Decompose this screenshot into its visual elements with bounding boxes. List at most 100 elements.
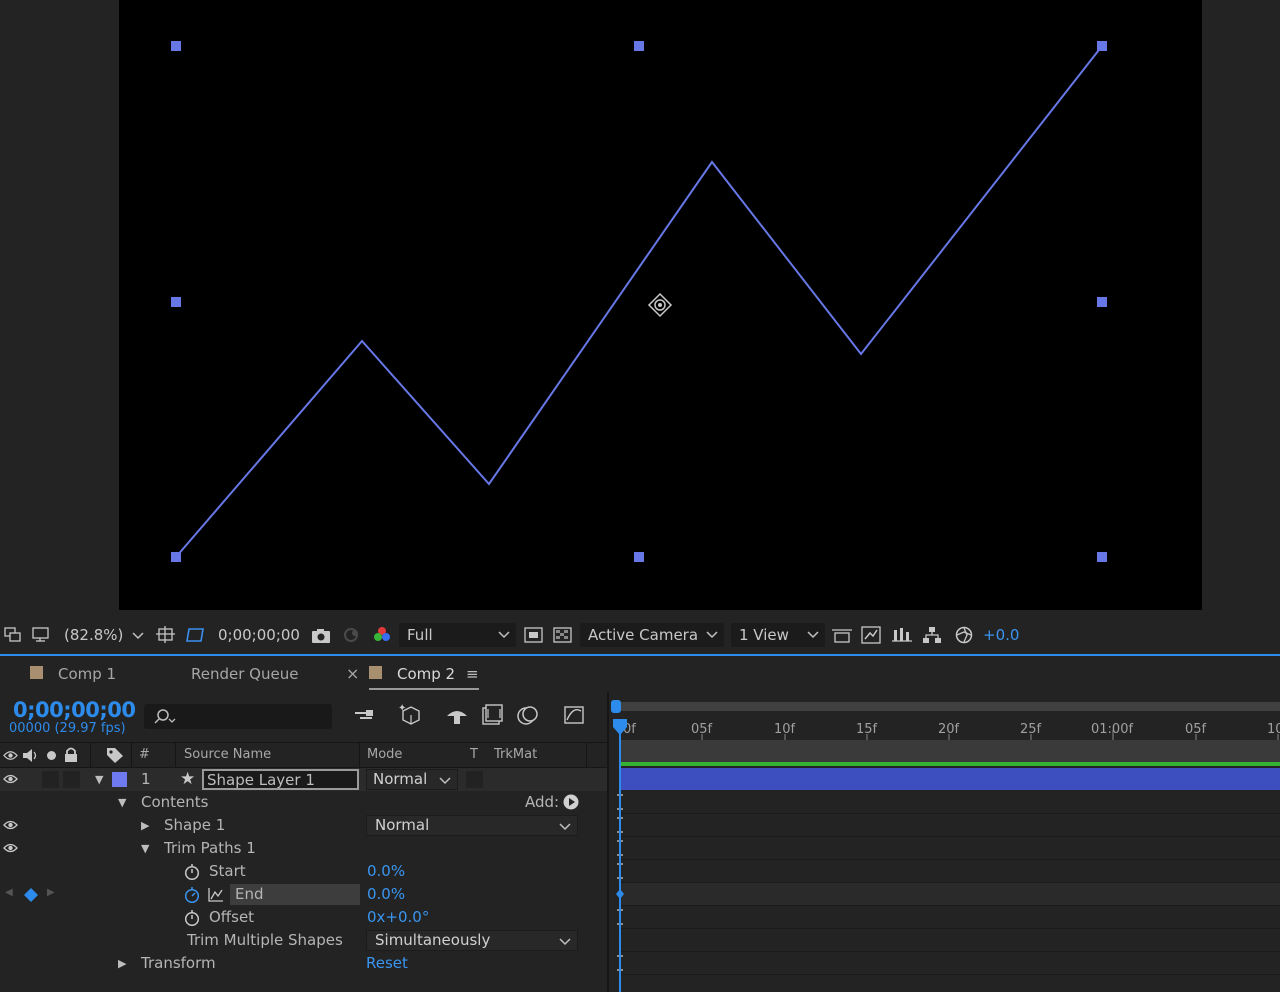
work-area-track[interactable] (619, 740, 1280, 763)
solo-icon[interactable] (46, 750, 57, 761)
end-property-row[interactable]: ◀ ▶ End 0.0% (0, 883, 607, 906)
bounding-handle-bm[interactable] (634, 552, 644, 562)
chevron-down-icon[interactable] (132, 630, 144, 643)
bounding-handle-br[interactable] (1097, 552, 1107, 562)
trim-multiple-shapes-row[interactable]: Trim Multiple Shapes Simultaneously (0, 929, 607, 952)
start-property-row[interactable]: Start 0.0% (0, 860, 607, 883)
toggle-pixel-aspect-icon[interactable] (831, 618, 853, 652)
solo-toggle[interactable] (42, 771, 59, 788)
timeline-icon[interactable] (892, 618, 914, 652)
graph-editor-icon[interactable] (563, 703, 587, 727)
snapshot-camera-icon[interactable] (311, 618, 331, 652)
previous-keyframe-icon[interactable]: ◀ (5, 887, 13, 898)
bounding-handle-mr[interactable] (1097, 297, 1107, 307)
zigzag-path[interactable] (175, 45, 1103, 558)
column-divider (131, 743, 132, 769)
lock-toggle[interactable] (63, 771, 80, 788)
close-icon[interactable]: × (346, 656, 359, 692)
monitor-icon[interactable] (32, 618, 50, 652)
mask-visibility-icon[interactable] (186, 618, 206, 652)
reset-exposure-icon[interactable] (955, 618, 975, 652)
view-layout-dropdown[interactable]: 1 View (731, 623, 825, 647)
contents-group-row[interactable]: ▼ Contents Add: (0, 791, 607, 814)
lock-icon[interactable] (64, 747, 78, 763)
fast-preview-icon[interactable] (861, 618, 883, 652)
expand-triangle-icon[interactable]: ▼ (95, 773, 103, 786)
current-time-field[interactable]: 0;00;00;00 (218, 618, 300, 652)
eye-icon[interactable] (3, 819, 18, 831)
bounding-handle-tr[interactable] (1097, 41, 1107, 51)
show-snapshot-icon[interactable] (342, 618, 362, 652)
shape-blend-mode-dropdown[interactable]: Normal (366, 815, 578, 836)
current-time-display[interactable]: 0;00;00;00 (13, 698, 136, 722)
trim-multiple-shapes-value: Simultaneously (375, 931, 491, 949)
add-play-icon[interactable] (563, 794, 579, 810)
end-value[interactable]: 0.0% (367, 885, 405, 903)
tab-render-queue[interactable]: Render Queue (191, 656, 298, 692)
column-source-name[interactable]: Source Name (184, 747, 271, 762)
label-tag-icon[interactable] (106, 747, 124, 763)
trim-paths-row[interactable]: ▼ Trim Paths 1 (0, 837, 607, 860)
panel-menu-icon[interactable]: ≡ (466, 656, 479, 692)
zoom-level-dropdown[interactable]: (82.8%) (64, 618, 123, 652)
exposure-value[interactable]: +0.0 (983, 618, 1019, 652)
shape-layer-path[interactable] (119, 0, 1202, 610)
transform-reset-link[interactable]: Reset (366, 954, 408, 972)
stopwatch-active-icon[interactable] (184, 886, 200, 903)
expand-triangle-icon[interactable]: ▼ (118, 796, 126, 809)
region-of-interest-icon[interactable] (524, 618, 544, 652)
graph-toggle-icon[interactable] (208, 887, 224, 902)
shy-layers-icon[interactable] (445, 704, 471, 726)
time-ruler[interactable]: 0f 05f 10f 15f 20f 25f 01:00f 05f 10 (609, 700, 1280, 740)
layer-search-input[interactable] (144, 704, 332, 729)
offset-property-row[interactable]: Offset 0x+0.0° (0, 906, 607, 929)
tab-comp-1[interactable]: Comp 1 (58, 656, 116, 692)
tab-comp-2[interactable]: Comp 2 (397, 656, 455, 692)
eye-icon[interactable] (3, 842, 18, 854)
resolution-dropdown[interactable]: Full (399, 623, 516, 647)
frame-blending-icon[interactable] (481, 704, 505, 726)
layer-name-field[interactable]: Shape Layer 1 (202, 769, 359, 790)
always-preview-icon[interactable] (4, 618, 22, 652)
anchor-point-icon[interactable] (647, 292, 673, 318)
expand-triangle-icon[interactable]: ▼ (141, 842, 149, 855)
work-area-bar[interactable] (619, 762, 1280, 766)
camera-view-dropdown[interactable]: Active Camera (580, 623, 724, 647)
stopwatch-icon[interactable] (184, 863, 200, 880)
trim-multiple-shapes-dropdown[interactable]: Simultaneously (366, 930, 578, 951)
collapse-triangle-icon[interactable]: ▶ (118, 957, 126, 970)
next-keyframe-icon[interactable]: ▶ (47, 887, 55, 898)
playhead-line[interactable] (619, 720, 621, 992)
composition-canvas[interactable] (119, 0, 1202, 610)
eye-icon[interactable] (3, 750, 18, 761)
bounding-handle-tm[interactable] (634, 41, 644, 51)
bounding-handle-tl[interactable] (171, 41, 181, 51)
shape-group-row[interactable]: ▶ Shape 1 Normal (0, 814, 607, 837)
layer-duration-bar[interactable] (619, 768, 1280, 790)
motion-blur-icon[interactable] (516, 704, 540, 726)
keyframe-diamond-icon[interactable] (24, 888, 38, 902)
bounding-handle-bl[interactable] (171, 552, 181, 562)
composition-mini-flowchart-icon[interactable] (352, 705, 378, 727)
stopwatch-icon[interactable] (184, 909, 200, 926)
collapse-triangle-icon[interactable]: ▶ (141, 819, 149, 832)
transform-group-row[interactable]: ▶ Transform Reset (0, 952, 607, 975)
playhead-handle-icon[interactable] (612, 718, 628, 736)
draft-3d-icon[interactable]: ✦ (397, 702, 423, 726)
rgb-channels-icon[interactable] (372, 618, 392, 652)
offset-value[interactable]: 0x+0.0° (367, 908, 429, 926)
layer-mode-dropdown[interactable]: Normal (366, 769, 458, 790)
timeline-graph-area[interactable]: 0f 05f 10f 15f 20f 25f 01:00f 05f 10 (607, 692, 1280, 992)
audio-speaker-icon[interactable] (22, 748, 40, 763)
eye-icon[interactable] (3, 773, 18, 785)
transparency-grid-icon[interactable] (553, 618, 573, 652)
safe-margins-icon[interactable] (156, 618, 176, 652)
flowchart-icon[interactable] (922, 618, 944, 652)
add-menu-label[interactable]: Add: (525, 793, 559, 811)
preserve-transparency-toggle[interactable] (466, 771, 483, 788)
layer-row[interactable]: ▼ 1 ★ Shape Layer 1 Normal (0, 768, 607, 791)
start-value[interactable]: 0.0% (367, 862, 405, 880)
viewer-toolbar: (82.8%) 0;00;00;00 Full Active Camera 1 … (0, 618, 1280, 652)
bounding-handle-ml[interactable] (171, 297, 181, 307)
layer-label-color[interactable] (112, 772, 127, 787)
